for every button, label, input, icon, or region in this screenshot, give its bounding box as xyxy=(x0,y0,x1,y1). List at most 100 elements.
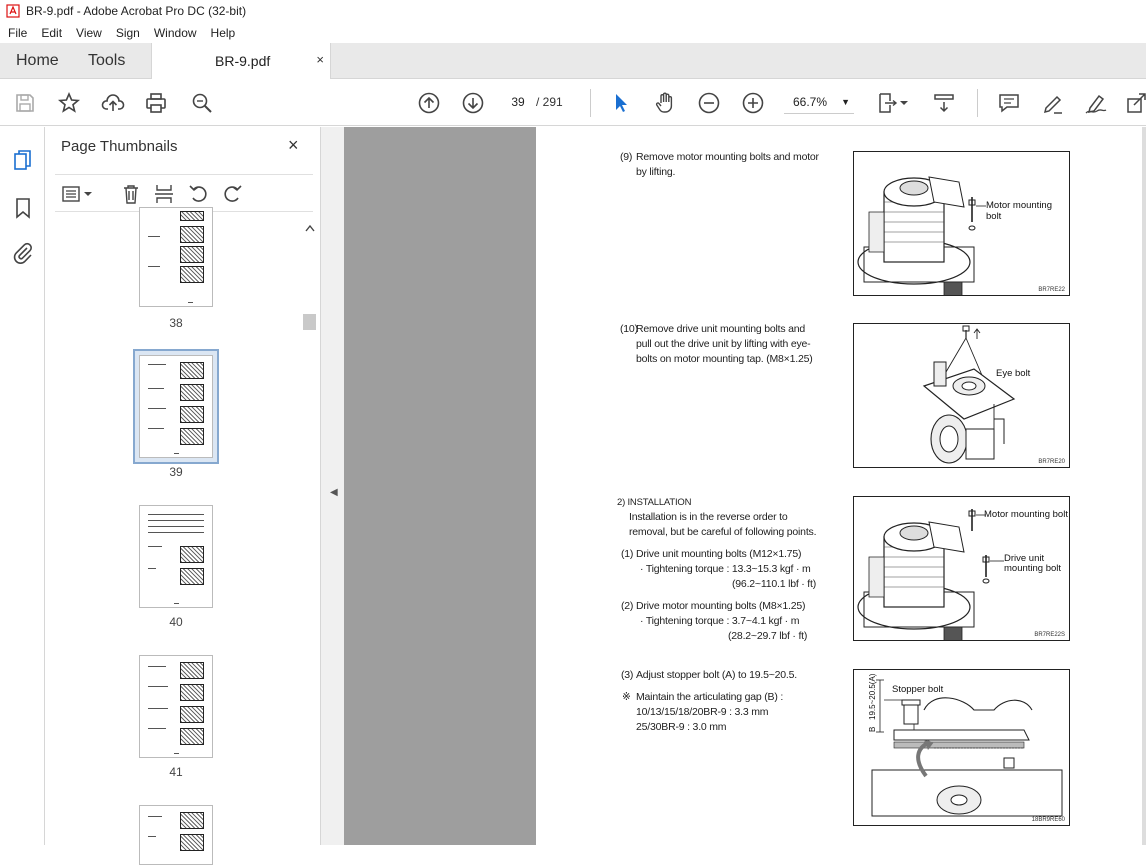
figure-label: Motor mounting bolt xyxy=(984,509,1068,520)
item-number: (1) xyxy=(621,548,634,560)
document-scrollbar[interactable] xyxy=(1142,127,1146,845)
torque-spec-imperial: (96.2~110.1 lbf · ft) xyxy=(732,578,817,590)
share-icon[interactable] xyxy=(1124,90,1146,116)
bookmarks-icon[interactable] xyxy=(11,196,35,220)
panel-title: Page Thumbnails xyxy=(61,138,178,155)
find-zoom-icon[interactable] xyxy=(189,90,215,116)
panel-splitter[interactable]: ◀ xyxy=(320,127,344,845)
save-icon[interactable] xyxy=(12,90,38,116)
close-tab-icon[interactable]: × xyxy=(316,52,324,67)
sign-pen-icon[interactable] xyxy=(1083,90,1109,116)
torque-spec-imperial: (28.2~29.7 lbf · ft) xyxy=(728,630,808,642)
document-viewer: (9) Remove motor mounting bolts and moto… xyxy=(344,127,1146,845)
thumbnail-label-40: 40 xyxy=(169,615,183,629)
thumbnail-label-41: 41 xyxy=(169,765,183,779)
item-title: Drive unit mounting bolts (M12×1.75) xyxy=(636,548,802,560)
section-intro: removal, but be careful of following poi… xyxy=(629,526,817,538)
tab-home[interactable]: Home xyxy=(16,43,59,79)
motor-assembly-drawing xyxy=(857,176,986,295)
left-icon-rail xyxy=(0,127,45,845)
rotate-right-icon[interactable] xyxy=(221,183,243,205)
delete-page-icon[interactable] xyxy=(120,183,142,205)
page-thumbnail-41[interactable] xyxy=(139,655,213,758)
menu-help[interactable]: Help xyxy=(203,26,242,40)
menu-window[interactable]: Window xyxy=(146,26,203,40)
item-title: Drive motor mounting bolts (M8×1.25) xyxy=(636,600,806,612)
figure-code: BR7RE20 xyxy=(1038,459,1065,465)
comment-icon[interactable] xyxy=(996,90,1022,116)
collapse-panel-icon[interactable]: ◀ xyxy=(330,487,338,498)
zoom-level-value: 66.7% xyxy=(793,95,828,109)
attachments-icon[interactable] xyxy=(11,241,35,265)
figure-eye-bolt: Eye bolt BR7RE20 xyxy=(853,323,1070,468)
tab-bar: Home Tools BR-9.pdf × xyxy=(0,43,1146,80)
figure-label: 19.5~20.5(A) xyxy=(868,673,877,720)
window-title: BR-9.pdf - Adobe Acrobat Pro DC (32-bit) xyxy=(26,4,247,18)
thumbnail-scroll-thumb[interactable] xyxy=(303,314,316,330)
chevron-down-icon[interactable] xyxy=(83,183,93,205)
drive-unit-lifting-drawing xyxy=(922,325,1016,464)
thumbnail-label-38: 38 xyxy=(169,316,183,330)
page-thumbnail-39[interactable] xyxy=(139,355,213,458)
page-fit-dropdown-icon[interactable] xyxy=(898,90,910,116)
highlight-pen-icon[interactable] xyxy=(1040,90,1066,116)
item-number: (3) xyxy=(621,669,634,681)
zoom-level-dropdown[interactable]: 66.7% ▼ xyxy=(784,90,854,114)
close-panel-icon[interactable]: × xyxy=(288,135,299,156)
scroll-mode-icon[interactable] xyxy=(931,90,957,116)
figure-motor-mounting-bolt: Motor mounting bolt BR7RE22 xyxy=(853,151,1070,296)
extract-pages-icon[interactable] xyxy=(153,183,175,205)
note-text: Maintain the articulating gap (B) : xyxy=(636,691,784,703)
figure-stopper-bolt: Stopper bolt B 19.5~20.5(A) 18BR9RE60 xyxy=(853,669,1070,826)
thumbnail-scrollbar[interactable] xyxy=(303,219,319,845)
title-bar: BR-9.pdf - Adobe Acrobat Pro DC (32-bit) xyxy=(0,0,1146,22)
scroll-up-icon[interactable] xyxy=(304,223,316,233)
menu-bar: File Edit View Sign Window Help xyxy=(0,22,1146,43)
page-thumbnails-panel: Page Thumbnails × 38 39 40 41 xyxy=(45,127,320,865)
page-thumbnail-42[interactable] xyxy=(139,805,213,865)
acrobat-app-icon xyxy=(6,4,20,18)
item-number: (2) xyxy=(621,600,634,612)
menu-sign[interactable]: Sign xyxy=(108,26,146,40)
toolbar-divider xyxy=(977,89,978,117)
main-toolbar: 39 / 291 66.7% ▼ xyxy=(0,79,1146,126)
zoom-out-icon[interactable] xyxy=(696,90,722,116)
figure-label: B xyxy=(868,726,877,732)
section-heading: 2) INSTALLATION xyxy=(617,497,692,508)
menu-view[interactable]: View xyxy=(68,26,108,40)
thumbnail-label-39: 39 xyxy=(169,465,183,479)
next-page-icon[interactable] xyxy=(460,90,486,116)
menu-edit[interactable]: Edit xyxy=(33,26,68,40)
torque-spec: · Tightening torque : 3.7~4.1 kgf · m xyxy=(640,615,800,627)
rotate-left-icon[interactable] xyxy=(188,183,210,205)
step-text: pull out the drive unit by lifting with … xyxy=(636,338,811,350)
menu-file[interactable]: File xyxy=(0,26,33,40)
tab-tools[interactable]: Tools xyxy=(88,43,125,79)
bookmark-star-icon[interactable] xyxy=(56,90,82,116)
page-thumbnail-40[interactable] xyxy=(139,505,213,608)
step-number: (9) xyxy=(620,151,633,163)
note-mark: ※ xyxy=(622,691,631,703)
previous-page-icon[interactable] xyxy=(416,90,442,116)
stopper-bolt-drawing xyxy=(871,679,1063,817)
tab-document[interactable]: BR-9.pdf × xyxy=(151,43,331,80)
item-title: Adjust stopper bolt (A) to 19.5~20.5. xyxy=(636,669,797,681)
figure-label: Motor mounting bolt xyxy=(986,200,1053,222)
pdf-page: (9) Remove motor mounting bolts and moto… xyxy=(536,127,1146,845)
step-text: Remove motor mounting bolts and motor xyxy=(636,151,819,163)
page-number-input[interactable]: 39 xyxy=(503,90,533,114)
thumbnail-options-icon[interactable] xyxy=(61,183,83,205)
print-icon[interactable] xyxy=(143,90,169,116)
zoom-in-icon[interactable] xyxy=(740,90,766,116)
select-cursor-icon[interactable] xyxy=(608,90,634,116)
cloud-upload-icon[interactable] xyxy=(100,90,126,116)
step-text: Remove drive unit mounting bolts and xyxy=(636,323,806,335)
page-thumbnails-icon[interactable] xyxy=(11,149,35,173)
figure-code: BR7RE22 xyxy=(1038,287,1065,293)
step-text: bolts on motor mounting tap. (M8×1.25) xyxy=(636,353,813,365)
step-text: by lifting. xyxy=(636,166,676,178)
page-thumbnail-38[interactable] xyxy=(139,207,213,307)
figure-code: BR7RE22S xyxy=(1034,632,1065,638)
toolbar-divider xyxy=(590,89,591,117)
hand-tool-icon[interactable] xyxy=(652,90,678,116)
